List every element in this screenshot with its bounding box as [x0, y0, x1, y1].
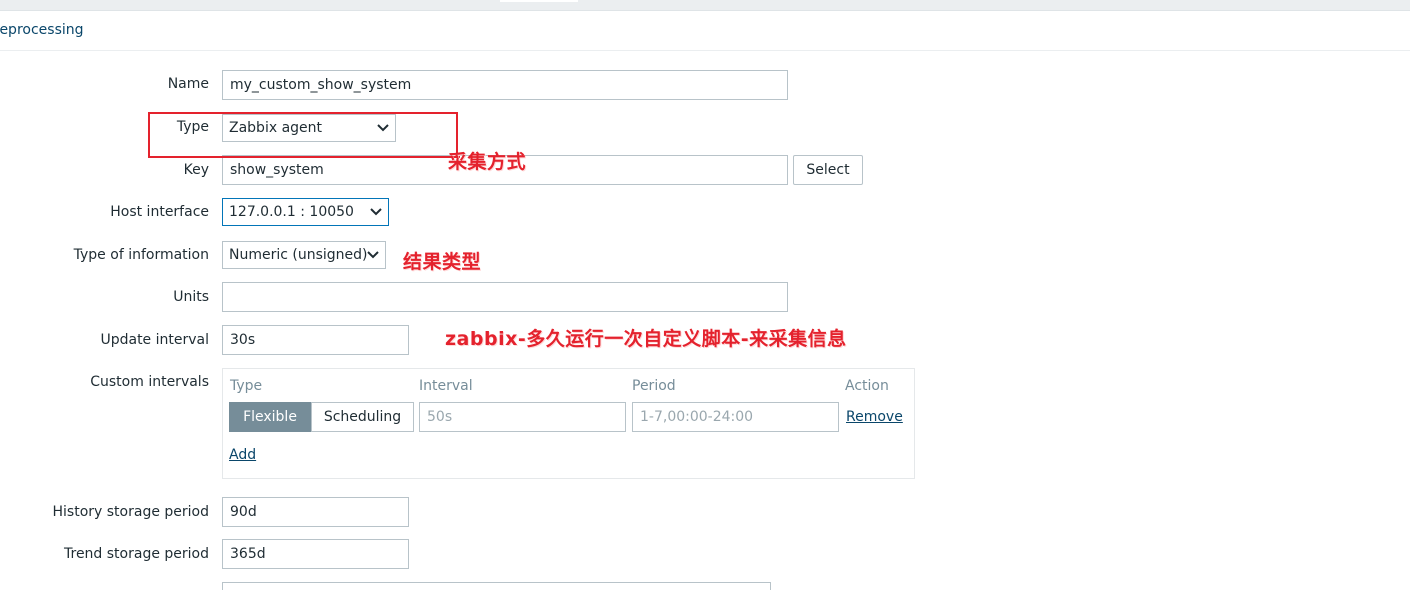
- type-highlight-box: [148, 112, 458, 158]
- column-header-action: Action: [845, 378, 889, 394]
- add-link[interactable]: Add: [229, 447, 256, 463]
- units-label: Units: [173, 289, 209, 305]
- units-input[interactable]: [222, 282, 788, 312]
- column-header-interval: Interval: [419, 378, 473, 394]
- custom-intervals-label: Custom intervals: [90, 374, 209, 390]
- key-label: Key: [183, 162, 209, 178]
- host-interface-value: 127.0.0.1 : 10050: [229, 204, 354, 220]
- history-storage-period-label: History storage period: [52, 504, 210, 520]
- info-type-annotation: 结果类型: [403, 251, 482, 273]
- column-header-period: Period: [632, 378, 676, 394]
- select-button[interactable]: Select: [793, 155, 863, 185]
- interval-input[interactable]: 50s: [419, 402, 626, 432]
- flexible-toggle[interactable]: Flexible: [229, 402, 311, 432]
- column-header-type: Type: [230, 378, 263, 394]
- host-interface-label: Host interface: [110, 204, 209, 220]
- period-placeholder: 1-7,00:00-24:00: [640, 409, 754, 425]
- interval-annotation: zabbix-多久运行一次自定义脚本-来采集信息: [445, 328, 847, 350]
- type-of-information-value: Numeric (unsigned): [229, 247, 368, 263]
- update-interval-label: Update interval: [100, 332, 209, 348]
- update-interval-input[interactable]: 30s: [222, 325, 409, 355]
- trend-storage-period-input[interactable]: 365d: [222, 539, 409, 569]
- trend-storage-period-label: Trend storage period: [64, 546, 209, 562]
- top-strip: [0, 0, 1410, 11]
- scheduling-toggle[interactable]: Scheduling: [311, 402, 414, 432]
- chevron-down-icon: [370, 208, 382, 216]
- history-storage-period-input[interactable]: 90d: [222, 497, 409, 527]
- chevron-down-icon: [367, 251, 379, 259]
- remove-link[interactable]: Remove: [846, 409, 903, 425]
- tab-preprocessing[interactable]: reprocessing: [0, 22, 84, 38]
- interval-placeholder: 50s: [427, 409, 453, 425]
- tab-stub: [500, 0, 578, 2]
- type-of-information-label: Type of information: [73, 247, 209, 263]
- tab-bar: reprocessing: [0, 11, 1410, 51]
- name-label: Name: [167, 76, 209, 92]
- name-input[interactable]: my_custom_show_system: [222, 70, 788, 100]
- type-annotation: 采集方式: [448, 151, 527, 173]
- host-interface-select[interactable]: 127.0.0.1 : 10050: [222, 198, 389, 226]
- next-field-input[interactable]: [222, 582, 771, 590]
- type-of-information-select[interactable]: Numeric (unsigned): [222, 241, 386, 269]
- period-input[interactable]: 1-7,00:00-24:00: [632, 402, 839, 432]
